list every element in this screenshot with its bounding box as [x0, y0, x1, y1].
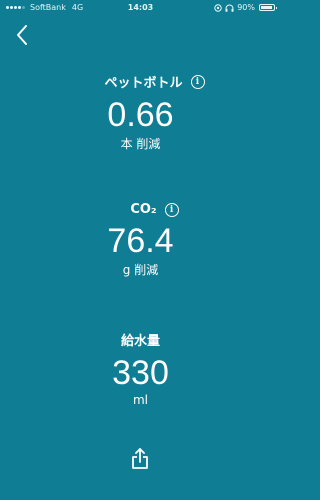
water-label: 給水量	[120, 334, 160, 349]
headphones-icon	[225, 4, 234, 12]
share-button[interactable]	[128, 446, 152, 472]
water-label-row: 給水量	[0, 330, 281, 349]
water-section: 給水量 330 ml	[0, 330, 281, 407]
back-button[interactable]	[10, 22, 34, 48]
co2-unit: g 削減	[122, 263, 159, 277]
chevron-left-icon	[17, 25, 27, 45]
bottle-label-row: ペットボトル i	[14, 72, 295, 91]
co2-value: 76.4	[107, 222, 174, 260]
share-icon	[132, 448, 148, 469]
water-unit: ml	[132, 393, 149, 407]
bottle-unit: 本 削減	[120, 137, 161, 151]
battery-fill	[261, 6, 272, 9]
bottle-info-icon[interactable]: i	[190, 74, 205, 89]
co2-label-row: CO₂ i	[14, 202, 295, 217]
bottle-section: ペットボトル i 0.66 本 削減	[0, 72, 281, 152]
co2-info-icon[interactable]: i	[164, 202, 179, 217]
battery-icon	[259, 4, 277, 11]
co2-label: CO₂	[130, 202, 157, 217]
status-bar: SoftBank 4G 14:03 90%	[0, 0, 281, 16]
water-value: 330	[112, 354, 169, 392]
bottle-label: ペットボトル	[104, 76, 183, 91]
status-right: 90%	[214, 3, 277, 12]
co2-section: CO₂ i 76.4 g 削減	[0, 202, 281, 278]
bottle-value: 0.66	[107, 96, 174, 134]
battery-percent: 90%	[237, 3, 255, 12]
location-icon	[214, 3, 222, 12]
